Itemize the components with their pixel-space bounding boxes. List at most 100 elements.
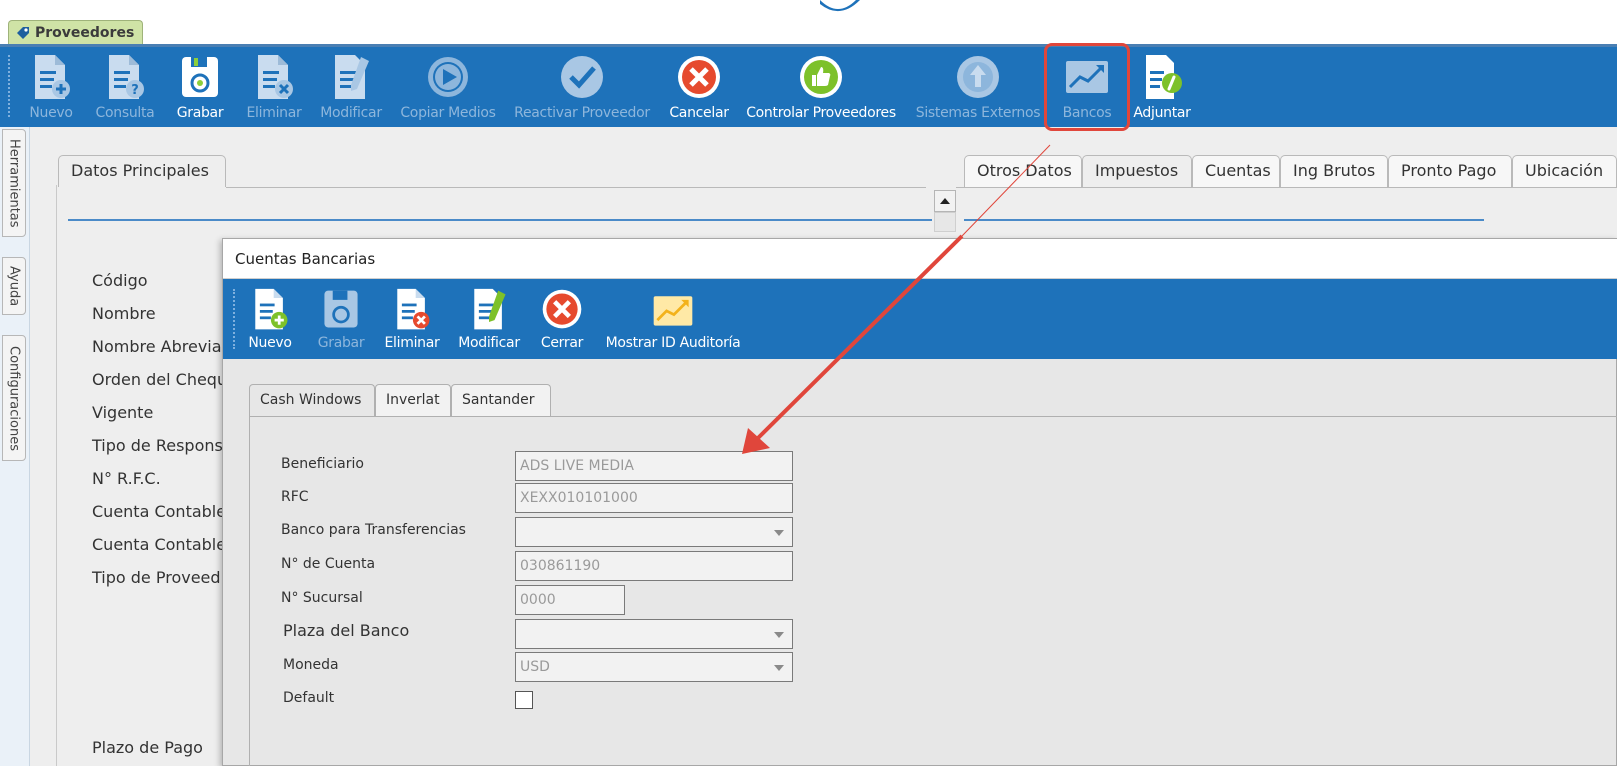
dialog-nuevo-label: Nuevo <box>248 335 292 351</box>
tab-ing-brutos[interactable]: Ing Brutos <box>1280 155 1388 187</box>
app-window: Proveedores Nuevo ? Consulta Grabar Elim… <box>0 0 1617 766</box>
controlar-proveedores-label: Controlar Proveedores <box>746 105 896 121</box>
nuevo-label: Nuevo <box>29 105 73 121</box>
side-panel: Herramientas Ayuda Configuraciones <box>0 127 30 766</box>
grabar-button[interactable]: Grabar <box>174 47 226 127</box>
dialog-cerrar-button[interactable]: Cerrar <box>535 279 589 359</box>
document-delete-icon <box>258 55 293 99</box>
dialog-toolbar-grip[interactable] <box>233 289 237 349</box>
default-label: Default <box>283 690 335 706</box>
field-cuenta-contable-1: Cuenta Contable <box>92 502 227 521</box>
nuevo-button[interactable]: Nuevo <box>28 47 74 127</box>
copiar-medios-button[interactable]: Copiar Medios <box>400 47 496 127</box>
copiar-medios-label: Copiar Medios <box>400 105 496 121</box>
consulta-button[interactable]: ? Consulta <box>94 47 156 127</box>
section-divider-right <box>964 219 1484 221</box>
thumbs-up-icon <box>800 56 842 98</box>
field-cuenta-contable-2: Cuenta Contable <box>92 535 227 554</box>
dialog-grabar-label: Grabar <box>317 335 365 351</box>
field-nombre-abreviado: Nombre Abrevia <box>92 337 222 356</box>
cash-windows-panel <box>249 416 1617 766</box>
tab-santander-label: Santander <box>462 392 535 408</box>
tab-cash-windows-label: Cash Windows <box>260 392 362 408</box>
tab-line-left <box>226 187 926 188</box>
play-circle-icon <box>428 57 468 97</box>
cancelar-button[interactable]: Cancelar <box>668 47 730 127</box>
tab-cuentas[interactable]: Cuentas <box>1192 155 1280 187</box>
dialog-modificar-button[interactable]: Modificar <box>455 279 523 359</box>
tab-cash-windows[interactable]: Cash Windows <box>249 384 375 416</box>
scroll-up-button[interactable] <box>934 190 956 212</box>
toolbar-grip[interactable] <box>8 55 12 117</box>
document-add-icon <box>35 55 70 99</box>
field-orden-cheque: Orden del Chequ <box>92 370 228 389</box>
banco-transferencias-label: Banco para Transferencias <box>281 522 466 538</box>
side-tab-herramientas[interactable]: Herramientas <box>2 129 26 237</box>
plaza-banco-select[interactable] <box>515 619 793 649</box>
tab-otros-datos-label: Otros Datos <box>977 161 1072 180</box>
logo-icon <box>820 0 860 12</box>
banco-transferencias-select[interactable] <box>515 517 793 547</box>
beneficiario-input[interactable]: ADS LIVE MEDIA <box>515 451 793 481</box>
modificar-label: Modificar <box>320 105 382 121</box>
tab-pronto-pago-label: Pronto Pago <box>1401 161 1497 180</box>
dialog-modificar-label: Modificar <box>458 335 520 351</box>
tab-inverlat[interactable]: Inverlat <box>375 384 451 416</box>
tab-datos-principales[interactable]: Datos Principales <box>58 155 226 187</box>
sistemas-externos-button[interactable]: Sistemas Externos <box>914 47 1042 127</box>
tab-datos-principales-label: Datos Principales <box>71 161 209 180</box>
tab-ubicacion[interactable]: Ubicación <box>1512 155 1617 187</box>
tab-pronto-pago[interactable]: Pronto Pago <box>1388 155 1512 187</box>
numero-cuenta-input[interactable]: 030861190 <box>515 551 793 581</box>
dialog-grabar-button[interactable]: Grabar <box>315 279 367 359</box>
check-circle-icon <box>561 56 603 98</box>
grabar-label: Grabar <box>176 105 224 121</box>
moneda-select[interactable]: USD <box>515 652 793 682</box>
plaza-banco-label: Plaza del Banco <box>283 621 410 640</box>
adjuntar-label: Adjuntar <box>1133 105 1191 121</box>
tab-proveedores[interactable]: Proveedores <box>8 20 144 46</box>
modificar-button[interactable]: Modificar <box>318 47 384 127</box>
tab-impuestos[interactable]: Impuestos <box>1082 155 1192 187</box>
field-rfc: N° R.F.C. <box>92 469 161 488</box>
sistemas-externos-label: Sistemas Externos <box>915 105 1041 121</box>
rfc-input[interactable]: XEXX010101000 <box>515 483 793 513</box>
controlar-proveedores-button[interactable]: Controlar Proveedores <box>742 47 900 127</box>
dialog-cerrar-label: Cerrar <box>540 335 584 351</box>
dialog-eliminar-button[interactable]: Eliminar <box>383 279 441 359</box>
default-checkbox[interactable] <box>515 691 533 709</box>
tab-ubicacion-label: Ubicación <box>1525 161 1604 180</box>
dialog-nuevo-button[interactable]: Nuevo <box>247 279 293 359</box>
reactivar-proveedor-button[interactable]: Reactivar Proveedor <box>510 47 654 127</box>
numero-sucursal-label: N° Sucursal <box>281 590 363 606</box>
bancos-highlight-box <box>1044 43 1130 131</box>
tab-otros-datos[interactable]: Otros Datos <box>964 155 1082 187</box>
side-tab-herramientas-label: Herramientas <box>6 138 22 228</box>
eliminar-button[interactable]: Eliminar <box>246 47 302 127</box>
rfc-label: RFC <box>281 489 309 505</box>
tab-impuestos-label: Impuestos <box>1095 161 1179 180</box>
tab-line-right <box>956 187 1617 188</box>
scroll-track[interactable] <box>934 212 956 232</box>
field-tipo-proveedor: Tipo de Proveed <box>92 568 221 587</box>
side-tab-ayuda[interactable]: Ayuda <box>2 257 26 315</box>
moneda-label: Moneda <box>283 657 339 673</box>
mostrar-id-auditoria-label: Mostrar ID Auditoría <box>605 335 741 351</box>
attach-icon <box>1146 55 1182 99</box>
mostrar-id-auditoria-button[interactable]: Mostrar ID Auditoría <box>599 279 747 359</box>
tab-proveedores-label: Proveedores <box>35 25 135 41</box>
dialog-eliminar-label: Eliminar <box>384 335 440 351</box>
field-vigente: Vigente <box>92 403 154 422</box>
adjuntar-button[interactable]: Adjuntar <box>1130 47 1194 127</box>
side-tab-configuraciones[interactable]: Configuraciones <box>2 335 26 461</box>
tab-santander[interactable]: Santander <box>451 384 551 416</box>
numero-sucursal-input[interactable]: 0000 <box>515 585 625 615</box>
document-edit-icon <box>474 288 506 330</box>
dialog-title: Cuentas Bancarias <box>223 239 1617 279</box>
eliminar-label: Eliminar <box>246 105 302 121</box>
svg-text:?: ? <box>131 83 139 98</box>
external-systems-icon <box>957 56 999 98</box>
field-nombre: Nombre <box>92 304 156 323</box>
document-delete-icon <box>397 288 430 330</box>
section-divider-left <box>68 219 932 221</box>
